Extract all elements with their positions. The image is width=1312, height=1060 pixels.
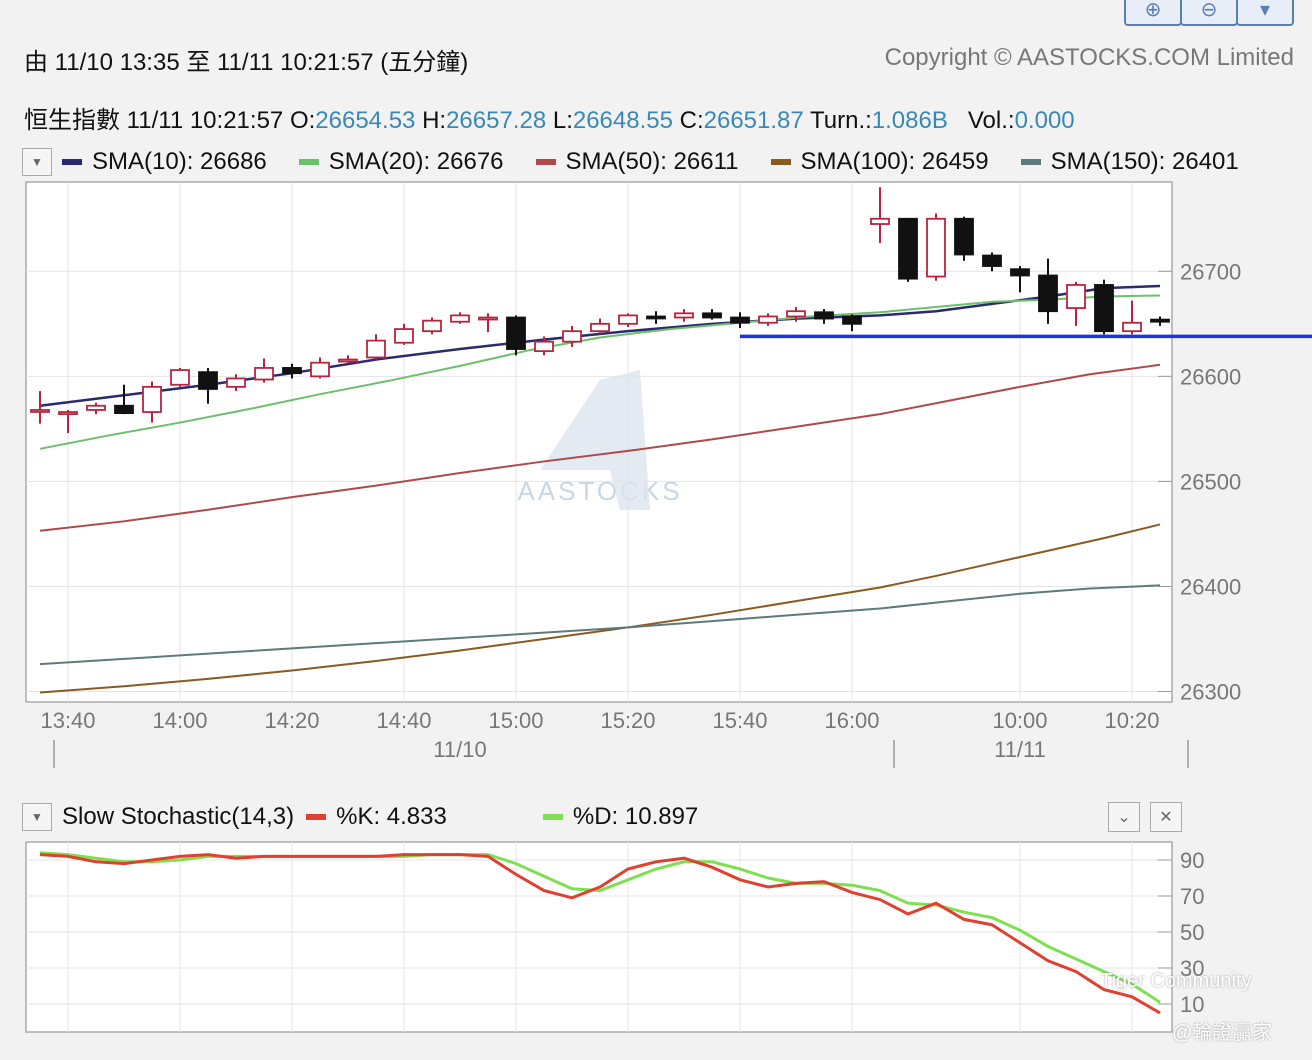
candle-body [730,316,750,324]
candle-body [562,330,582,343]
candle-body [786,310,806,318]
candle-body [702,312,722,319]
candle-body [1122,321,1142,333]
date-label: 11/11 [994,737,1046,762]
x-tick-label: 14:40 [376,708,431,733]
y-tick-label: 26400 [1180,574,1241,599]
candle-body [478,316,498,321]
x-tick-label: 16:00 [824,708,879,733]
x-tick-label: 15:20 [600,708,655,733]
price-panel: 13:40 14:00 14:20 14:40 15:00 15:20 15:40 16:00… [25,181,1312,768]
candle-body [170,369,190,386]
candle-body [814,311,834,320]
x-tick-label: 10:20 [1104,708,1159,733]
candle-body [114,404,134,415]
y-tick-label: 26300 [1180,679,1241,704]
candle-body [842,315,862,325]
candle-body [58,411,78,415]
y-tick-label: 26500 [1180,469,1241,494]
candle-body [590,322,610,333]
y-tick-label: 26600 [1180,364,1241,389]
candle-body [422,319,442,333]
candle-body [926,217,946,278]
candle-body [954,217,974,256]
x-tick-label: 14:20 [264,708,319,733]
candle-body [618,314,638,325]
candle-body [1010,268,1030,277]
date-label: 11/10 [433,737,486,762]
x-tick-label: 14:00 [152,708,207,733]
stoch-y-tick-label: 90 [1180,848,1204,873]
candle-body [254,367,274,381]
chart-canvas: 13:40 14:00 14:20 14:40 15:00 15:20 15:40 16:00… [25,181,1312,1033]
candle-body [450,314,470,323]
tiger-watermark: Tiger Community [1100,970,1252,992]
candle-body [982,254,1002,267]
candle-body [198,371,218,390]
candle-body [758,315,778,324]
candle-body [506,316,526,350]
x-tick-label: 10:00 [992,708,1047,733]
stochastic-panel: 9070503010 [25,841,1204,1033]
chart-page: ⊕ ⊖ ▾ 由 11/10 13:35 至 11/11 10:21:57 (五分… [0,0,1312,1060]
candle-body [226,377,246,388]
stoch-y-tick-label: 70 [1180,884,1204,909]
candle-body [30,409,50,413]
candle-body [142,385,162,413]
x-tick-label: 15:00 [488,708,543,733]
candle-body [534,340,554,353]
y-tick-label: 26700 [1180,259,1241,284]
watermark-text: AASTOCKS [517,476,682,506]
candle-body [282,367,302,375]
x-tick-label: 15:40 [712,708,767,733]
stoch-y-tick-label: 10 [1180,992,1204,1017]
candle-body [1150,318,1170,323]
x-tick-label: 13:40 [40,708,95,733]
candle-body [1094,284,1114,333]
candle-body [394,328,414,344]
candle-body [338,358,358,363]
candle-body [366,339,386,359]
candle-body [1038,274,1058,313]
candle-body [870,217,890,225]
candle-body [310,361,330,378]
candle-body [86,404,106,411]
candle-body [646,315,666,320]
candle-body [898,217,918,280]
author-watermark: @輪證贏家 [1172,1022,1273,1044]
candle-body [674,312,694,319]
candle-body [1066,284,1086,309]
stoch-y-tick-label: 50 [1180,920,1204,945]
